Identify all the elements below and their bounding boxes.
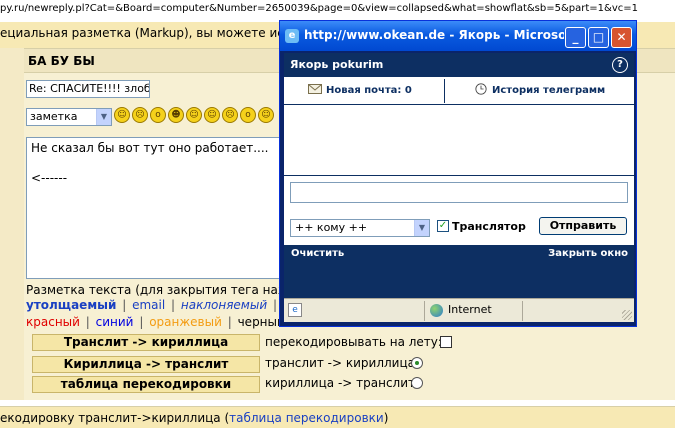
chevron-down-icon[interactable]: ▼ [96,109,111,125]
italic-link[interactable]: наклоняемый [181,298,267,312]
cyrillic-translit-label: кириллица -> транслит [265,376,415,390]
cool-icon[interactable]: ☻ [168,107,184,123]
tab-new-mail[interactable]: Новая почта: 0 [308,77,412,105]
recode-table-link[interactable]: таблица перекодировки [229,411,384,425]
cyrillic-to-translit-button[interactable]: Кириллица -> транслит [32,356,260,373]
tab-telegram-history[interactable]: История телеграмм [474,77,605,105]
maximize-button[interactable]: □ [588,27,609,48]
globe-icon [430,304,443,317]
recode-table-button[interactable]: таблица перекодировки [32,376,260,393]
title-bar[interactable]: e http://www.okean.de - Якорь - Microso.… [280,21,636,51]
clear-link[interactable]: Очистить [291,248,344,259]
translit-to-cyrillic-button[interactable]: Транслит -> кириллица [32,334,260,351]
message-type-select[interactable]: заметка ▼ [26,108,112,126]
tab-divider [444,79,445,103]
divider [424,301,425,321]
translit-label: Транслятор [452,220,526,233]
minimize-button[interactable]: _ [565,27,586,48]
ie-icon: e [285,29,299,43]
chat-log [284,105,634,176]
chat-tabs: Новая почта: 0 История телеграмм [284,77,634,105]
translit-checkbox[interactable]: ✓ [437,220,449,232]
footer-suffix: ) [383,411,389,425]
message-textarea[interactable]: Не сказал бы вот тут оно работает.... <-… [26,137,280,279]
blue-link[interactable]: синий [96,315,134,329]
subject-input[interactable]: Re: СПАСИТЕ!!!! злоб [26,80,150,98]
email-link[interactable]: email [132,298,165,312]
footer-text: екодировку транслит->кириллица (таблица … [0,406,675,428]
mad-icon[interactable]: ☹ [222,107,238,123]
bold-link[interactable]: утолщаемый [26,298,116,312]
chat-header: Якорь pokurim ? [284,53,634,77]
color-links: красный | синий | оранжевый | черный | [26,315,286,331]
security-zone: Internet [448,303,492,316]
message-type-value: заметка [30,110,78,123]
divider [522,301,523,321]
wink-icon[interactable]: ☺ [258,107,274,123]
chevron-down-icon[interactable]: ▼ [414,220,429,236]
translit-cyrillic-label: транслит -> кириллица [265,356,415,370]
address-text: py.ru/newreply.pl?Cat=&Board=computer&Nu… [0,0,675,17]
markup-help-text: Разметка текста (для закрытия тега нажм [26,283,286,297]
laugh-icon[interactable]: ☺ [204,107,220,123]
chat-message-input[interactable] [290,182,628,203]
send-button[interactable]: Отправить [539,217,627,235]
recipient-value: ++ кому ++ [295,221,368,234]
frown-icon[interactable]: ☹ [132,107,148,123]
separator: | [122,298,127,312]
separator: | [272,298,277,312]
cyrillic-translit-radio[interactable] [411,377,423,389]
tab-telegram-history-label: История телеграмм [492,85,606,96]
blush-icon[interactable]: o [240,107,256,123]
status-bar: e Internet [284,298,634,322]
separator: | [171,298,176,312]
help-icon[interactable]: ? [612,57,628,73]
recode-on-fly-checkbox[interactable] [440,336,452,348]
close-button[interactable]: ✕ [611,27,632,48]
separator: | [85,315,90,329]
clock-icon [475,83,487,95]
recode-on-fly-label: перекодировывать на лету: [265,335,442,349]
footer-prefix: екодировку транслит->кириллица ( [0,411,230,425]
smile-icon[interactable]: ☺ [114,107,130,123]
chat-popup-window: e http://www.okean.de - Якорь - Microso.… [279,20,637,327]
format-links: утолщаемый | email | наклоняемый | ф [26,298,286,314]
red-link[interactable]: красный [26,315,80,329]
chat-title: Якорь pokurim [290,58,384,71]
translit-cyrillic-radio[interactable] [411,357,423,369]
separator: | [139,315,144,329]
tab-new-mail-label: Новая почта: 0 [326,85,412,96]
resize-grip[interactable] [622,310,632,320]
left-margin [0,48,24,400]
separator: | [227,315,232,329]
black-link[interactable]: черный [238,315,285,329]
envelope-icon [308,84,322,94]
close-window-link[interactable]: Закрыть окно [548,248,628,259]
orange-link[interactable]: оранжевый [149,315,222,329]
grin-icon[interactable]: ☺ [186,107,202,123]
recipient-select[interactable]: ++ кому ++ ▼ [290,219,430,237]
window-title: http://www.okean.de - Якорь - Microso... [304,28,564,42]
chat-footer: Очистить Закрыть окно [284,245,634,298]
compose-area: ++ кому ++ ▼ ✓ Транслятор Отправить [284,176,634,245]
page-icon: e [288,303,302,317]
shock-icon[interactable]: o [150,107,166,123]
